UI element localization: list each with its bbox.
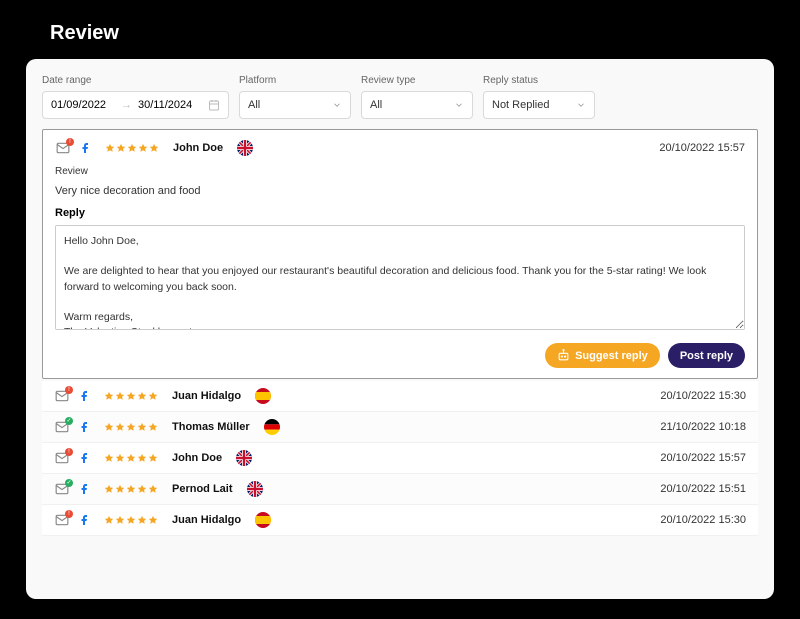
page-title: Review xyxy=(0,0,800,59)
chevron-down-icon xyxy=(332,100,342,110)
reply-status-icon: ! xyxy=(54,451,70,465)
expanded-review: ! John Doe 20/10/2022 15:57 Review Very … xyxy=(42,129,758,379)
reply-status-icon: ✓ xyxy=(54,482,70,496)
calendar-icon xyxy=(208,99,220,111)
review-timestamp: 20/10/2022 15:51 xyxy=(660,483,746,495)
review-timestamp: 21/10/2022 10:18 xyxy=(660,421,746,433)
reviewer-name: Pernod Lait xyxy=(172,483,233,495)
reply-status-icon: ! xyxy=(54,389,70,403)
date-range-filter: Date range → xyxy=(42,75,229,119)
suggest-reply-label: Suggest reply xyxy=(575,350,648,362)
platform-value: All xyxy=(248,99,260,111)
star-rating xyxy=(104,484,158,494)
reviewer-name: Thomas Müller xyxy=(172,421,250,433)
country-flag xyxy=(236,450,252,466)
reviewer-name: Juan Hidalgo xyxy=(172,514,241,526)
reply-status-filter: Reply status Not Replied xyxy=(483,75,595,119)
reply-button-row: Suggest reply Post reply xyxy=(55,343,745,368)
review-timestamp: 20/10/2022 15:57 xyxy=(660,452,746,464)
reviewer-name: John Doe xyxy=(173,142,223,154)
date-range-picker[interactable]: → xyxy=(42,91,229,119)
status-badge: ! xyxy=(65,510,73,518)
reply-section-label: Reply xyxy=(55,207,745,219)
review-header: ! John Doe 20/10/2022 15:57 xyxy=(55,140,745,156)
reviewer-name: Juan Hidalgo xyxy=(172,390,241,402)
country-flag xyxy=(247,481,263,497)
reply-status-value: Not Replied xyxy=(492,99,549,111)
review-timestamp: 20/10/2022 15:30 xyxy=(660,390,746,402)
status-badge: ✓ xyxy=(65,479,73,487)
review-type-label: Review type xyxy=(361,75,473,86)
reply-status-icon: ! xyxy=(54,513,70,527)
review-timestamp: 20/10/2022 15:57 xyxy=(659,142,745,154)
chevron-down-icon xyxy=(454,100,464,110)
star-rating xyxy=(104,453,158,463)
facebook-icon xyxy=(78,390,90,402)
filter-bar: Date range → Platform All Review type Al… xyxy=(42,75,758,119)
country-flag xyxy=(264,419,280,435)
suggest-reply-button[interactable]: Suggest reply xyxy=(545,343,660,368)
review-section-label: Review xyxy=(55,166,745,177)
status-badge-red: ! xyxy=(66,138,74,146)
review-text: Very nice decoration and food xyxy=(55,185,745,197)
review-type-select[interactable]: All xyxy=(361,91,473,119)
reply-textarea[interactable] xyxy=(55,225,745,330)
date-start-input[interactable] xyxy=(51,99,115,111)
review-timestamp: 20/10/2022 15:30 xyxy=(660,514,746,526)
reviewer-name: John Doe xyxy=(172,452,222,464)
country-flag xyxy=(255,388,271,404)
platform-label: Platform xyxy=(239,75,351,86)
reply-status-label: Reply status xyxy=(483,75,595,86)
status-badge: ! xyxy=(65,448,73,456)
star-rating xyxy=(105,143,159,153)
facebook-icon xyxy=(78,483,90,495)
country-flag xyxy=(237,140,253,156)
review-list-item[interactable]: ✓ Pernod Lait 20/10/2022 15:51 xyxy=(42,474,758,505)
review-type-value: All xyxy=(370,99,382,111)
facebook-icon xyxy=(78,421,90,433)
post-reply-label: Post reply xyxy=(680,350,733,362)
status-badge: ✓ xyxy=(65,417,73,425)
arrow-right-icon: → xyxy=(121,99,132,111)
review-list-item[interactable]: ✓ Thomas Müller 21/10/2022 10:18 xyxy=(42,412,758,443)
status-badge: ! xyxy=(65,386,73,394)
robot-icon xyxy=(557,349,570,362)
star-rating xyxy=(104,422,158,432)
review-list-item[interactable]: ! Juan Hidalgo 20/10/2022 15:30 xyxy=(42,381,758,412)
review-panel: Date range → Platform All Review type Al… xyxy=(26,59,774,599)
platform-select[interactable]: All xyxy=(239,91,351,119)
star-rating xyxy=(104,391,158,401)
chevron-down-icon xyxy=(576,100,586,110)
date-range-label: Date range xyxy=(42,75,229,86)
country-flag xyxy=(255,512,271,528)
facebook-icon xyxy=(78,452,90,464)
reply-status-icon: ✓ xyxy=(54,420,70,434)
platform-filter: Platform All xyxy=(239,75,351,119)
review-list-item[interactable]: ! Juan Hidalgo 20/10/2022 15:30 xyxy=(42,505,758,536)
reply-status-select[interactable]: Not Replied xyxy=(483,91,595,119)
date-end-input[interactable] xyxy=(138,99,202,111)
star-rating xyxy=(104,515,158,525)
review-type-filter: Review type All xyxy=(361,75,473,119)
facebook-icon xyxy=(78,514,90,526)
facebook-icon xyxy=(79,142,91,154)
review-list: ! Juan Hidalgo 20/10/2022 15:30 ✓ Thomas Mül… xyxy=(42,381,758,536)
reply-status-icon: ! xyxy=(55,141,71,155)
review-list-item[interactable]: ! John Doe 20/10/2022 15:57 xyxy=(42,443,758,474)
post-reply-button[interactable]: Post reply xyxy=(668,343,745,368)
